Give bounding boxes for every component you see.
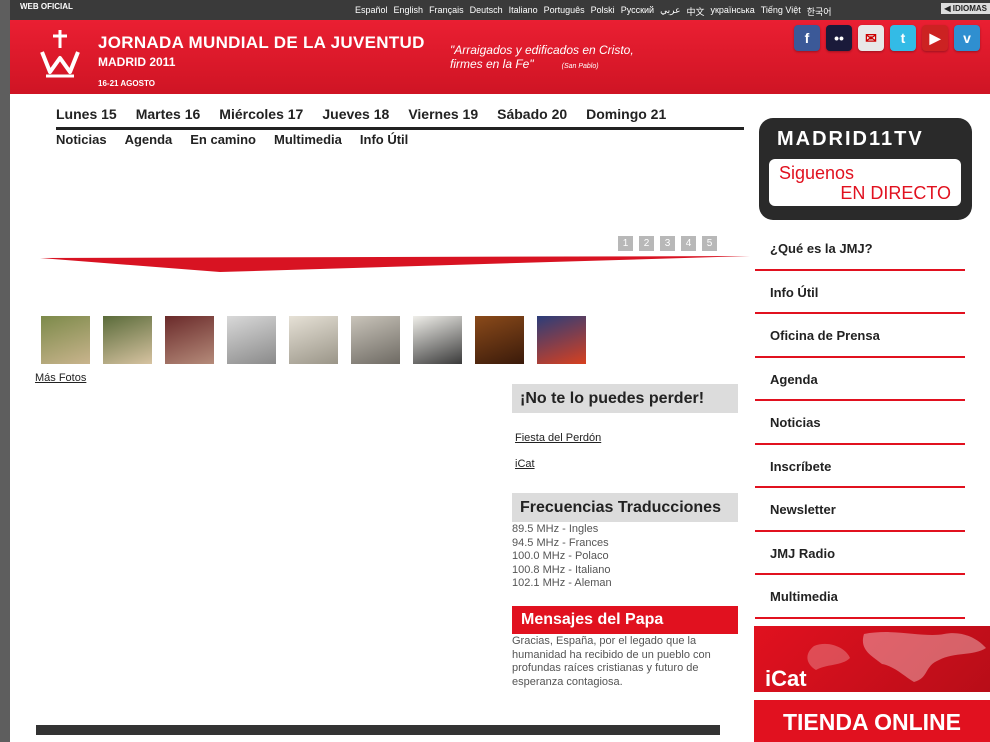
photo-thumbnail[interactable]: [475, 316, 524, 364]
photo-thumbnail[interactable]: [103, 316, 152, 364]
language-list: Español English Français Deutsch Italiano Por…: [355, 5, 832, 18]
language-link[interactable]: Tiếng Việt: [761, 5, 801, 18]
language-link[interactable]: Français: [429, 5, 464, 18]
vimeo-icon[interactable]: v: [954, 25, 980, 51]
idiomas-button[interactable]: ◀ IDIOMAS: [941, 3, 990, 14]
section-tab[interactable]: Noticias: [56, 132, 107, 147]
frequency-item: 100.8 MHz - Italiano: [512, 563, 611, 576]
quote-line: "Arraigados y edificados en Cristo,: [450, 43, 634, 57]
frequency-item: 100.0 MHz - Polaco: [512, 550, 609, 562]
photo-thumbnail[interactable]: [413, 316, 462, 364]
tv-live-line: EN DIRECTO: [840, 183, 951, 203]
language-link[interactable]: 中文: [686, 5, 704, 18]
page: WEB OFICIAL Español English Français Deutsc…: [10, 0, 990, 742]
mensajes-del-papa-text: Gracias, España, por el legado que la hu…: [512, 635, 711, 688]
language-link[interactable]: عربي: [660, 5, 680, 18]
no-te-lo-pierdas-heading: ¡No te lo puedes perder!: [512, 384, 738, 413]
frecuencias-heading: Frecuencias Traducciones: [512, 493, 738, 522]
photo-thumbnail[interactable]: [41, 316, 90, 364]
web-oficial-label: WEB OFICIAL: [20, 2, 73, 11]
site-title[interactable]: JORNADA MUNDIAL DE LA JUVENTUD: [98, 33, 425, 53]
language-link[interactable]: 한국어: [807, 5, 832, 18]
tuenti-icon[interactable]: ✉: [858, 25, 884, 51]
site-header: JORNADA MUNDIAL DE LA JUVENTUD MADRID 20…: [10, 20, 990, 94]
photo-thumbnail[interactable]: [227, 316, 276, 364]
twitter-icon[interactable]: t: [890, 25, 916, 51]
jmj-crown-logo-icon[interactable]: [38, 28, 82, 80]
icat-banner[interactable]: iCat: [754, 626, 990, 692]
bottom-bar: [36, 725, 720, 735]
photo-thumbnail[interactable]: [165, 316, 214, 364]
frequency-item: 102.1 MHz - Aleman: [512, 577, 612, 589]
language-link[interactable]: Deutsch: [470, 5, 503, 18]
pager-button[interactable]: 5: [702, 236, 717, 251]
sidebar-menu-item[interactable]: Oficina de Prensa: [755, 314, 965, 358]
tv-title: MADRID11TV: [777, 128, 924, 150]
language-link[interactable]: Italiano: [509, 5, 538, 18]
mas-fotos-link[interactable]: Más Fotos: [35, 372, 86, 384]
section-tab[interactable]: Agenda: [125, 132, 173, 147]
photo-thumbnail[interactable]: [351, 316, 400, 364]
flickr-icon[interactable]: ••: [826, 25, 852, 51]
day-tab[interactable]: Miércoles 17: [219, 106, 303, 122]
mensajes-del-papa-heading[interactable]: Mensajes del Papa: [512, 606, 738, 634]
photo-thumbnail[interactable]: [289, 316, 338, 364]
language-link[interactable]: Português: [544, 5, 585, 18]
tv-live-line: Siguenos: [779, 163, 855, 183]
days-nav: Lunes 15 Martes 16 Miércoles 17 Jueves 18 Vi…: [56, 106, 666, 122]
madrid11tv-banner[interactable]: MADRID11TV Siguenos EN DIRECTO: [759, 118, 972, 220]
frequency-item: 94.5 MHz - Frances: [512, 536, 609, 549]
tv-live-box: Siguenos EN DIRECTO: [769, 159, 961, 206]
slider-pager: 12345: [618, 236, 717, 251]
language-link[interactable]: Español: [355, 5, 388, 18]
sidebar-menu-item[interactable]: Noticias: [755, 401, 965, 445]
tienda-online-banner[interactable]: TIENDA ONLINE: [754, 700, 990, 742]
section-tab[interactable]: Multimedia: [274, 132, 342, 147]
fiesta-del-perdon-link[interactable]: Fiesta del Perdón: [515, 432, 601, 444]
sidebar-menu-item[interactable]: JMJ Radio: [755, 532, 965, 575]
pager-button[interactable]: 3: [660, 236, 675, 251]
youtube-icon[interactable]: ▶: [922, 25, 948, 51]
day-tab[interactable]: Viernes 19: [408, 106, 478, 122]
sidebar-menu-item[interactable]: Newsletter: [755, 488, 965, 532]
icat-banner-label: iCat: [765, 666, 807, 691]
header-quote: "Arraigados y edificados en Cristo, firm…: [450, 43, 634, 74]
frecuencias-list: 89.5 MHz - Ingles 94.5 MHz - Frances 100.0…: [512, 523, 612, 591]
sidebar-menu-item[interactable]: Info Útil: [755, 271, 965, 314]
section-tabs: Noticias Agenda En camino Multimedia Info Út…: [56, 132, 408, 147]
day-tab[interactable]: Lunes 15: [56, 106, 117, 122]
language-link[interactable]: English: [394, 5, 424, 18]
day-tab[interactable]: Sábado 20: [497, 106, 567, 122]
sidebar-menu: ¿Qué es la JMJ? Info Útil Oficina de Prens…: [755, 227, 965, 619]
photo-thumbnails: [41, 316, 586, 364]
pager-button[interactable]: 4: [681, 236, 696, 251]
top-bar: WEB OFICIAL Español English Français Deutsc…: [10, 0, 990, 20]
day-tab[interactable]: Martes 16: [136, 106, 201, 122]
day-tab[interactable]: Domingo 21: [586, 106, 666, 122]
site-city: MADRID 2011: [98, 55, 176, 69]
nav-divider: [56, 127, 744, 130]
sidebar-menu-item[interactable]: Multimedia: [755, 575, 965, 619]
day-tab[interactable]: Jueves 18: [322, 106, 389, 122]
sidebar-menu-item[interactable]: Agenda: [755, 358, 965, 401]
language-link[interactable]: Polski: [591, 5, 615, 18]
social-links: f •• ✉ t ▶ v: [794, 25, 980, 51]
quote-source: (San Pablo): [561, 63, 599, 70]
red-divider-banner: [40, 256, 750, 272]
quote-line: firmes en la Fe": [450, 57, 534, 71]
icat-link[interactable]: iCat: [515, 458, 535, 470]
language-link[interactable]: українська: [710, 5, 754, 18]
sidebar-menu-item[interactable]: Inscríbete: [755, 445, 965, 488]
sidebar-menu-item[interactable]: ¿Qué es la JMJ?: [755, 227, 965, 271]
site-dates: 16-21 AGOSTO: [98, 79, 155, 88]
frequency-item: 89.5 MHz - Ingles: [512, 523, 599, 535]
photo-thumbnail[interactable]: [537, 316, 586, 364]
pager-button[interactable]: 2: [639, 236, 654, 251]
facebook-icon[interactable]: f: [794, 25, 820, 51]
language-link[interactable]: Русский: [621, 5, 654, 18]
pager-button[interactable]: 1: [618, 236, 633, 251]
section-tab[interactable]: Info Útil: [360, 132, 408, 147]
section-tab[interactable]: En camino: [190, 132, 256, 147]
